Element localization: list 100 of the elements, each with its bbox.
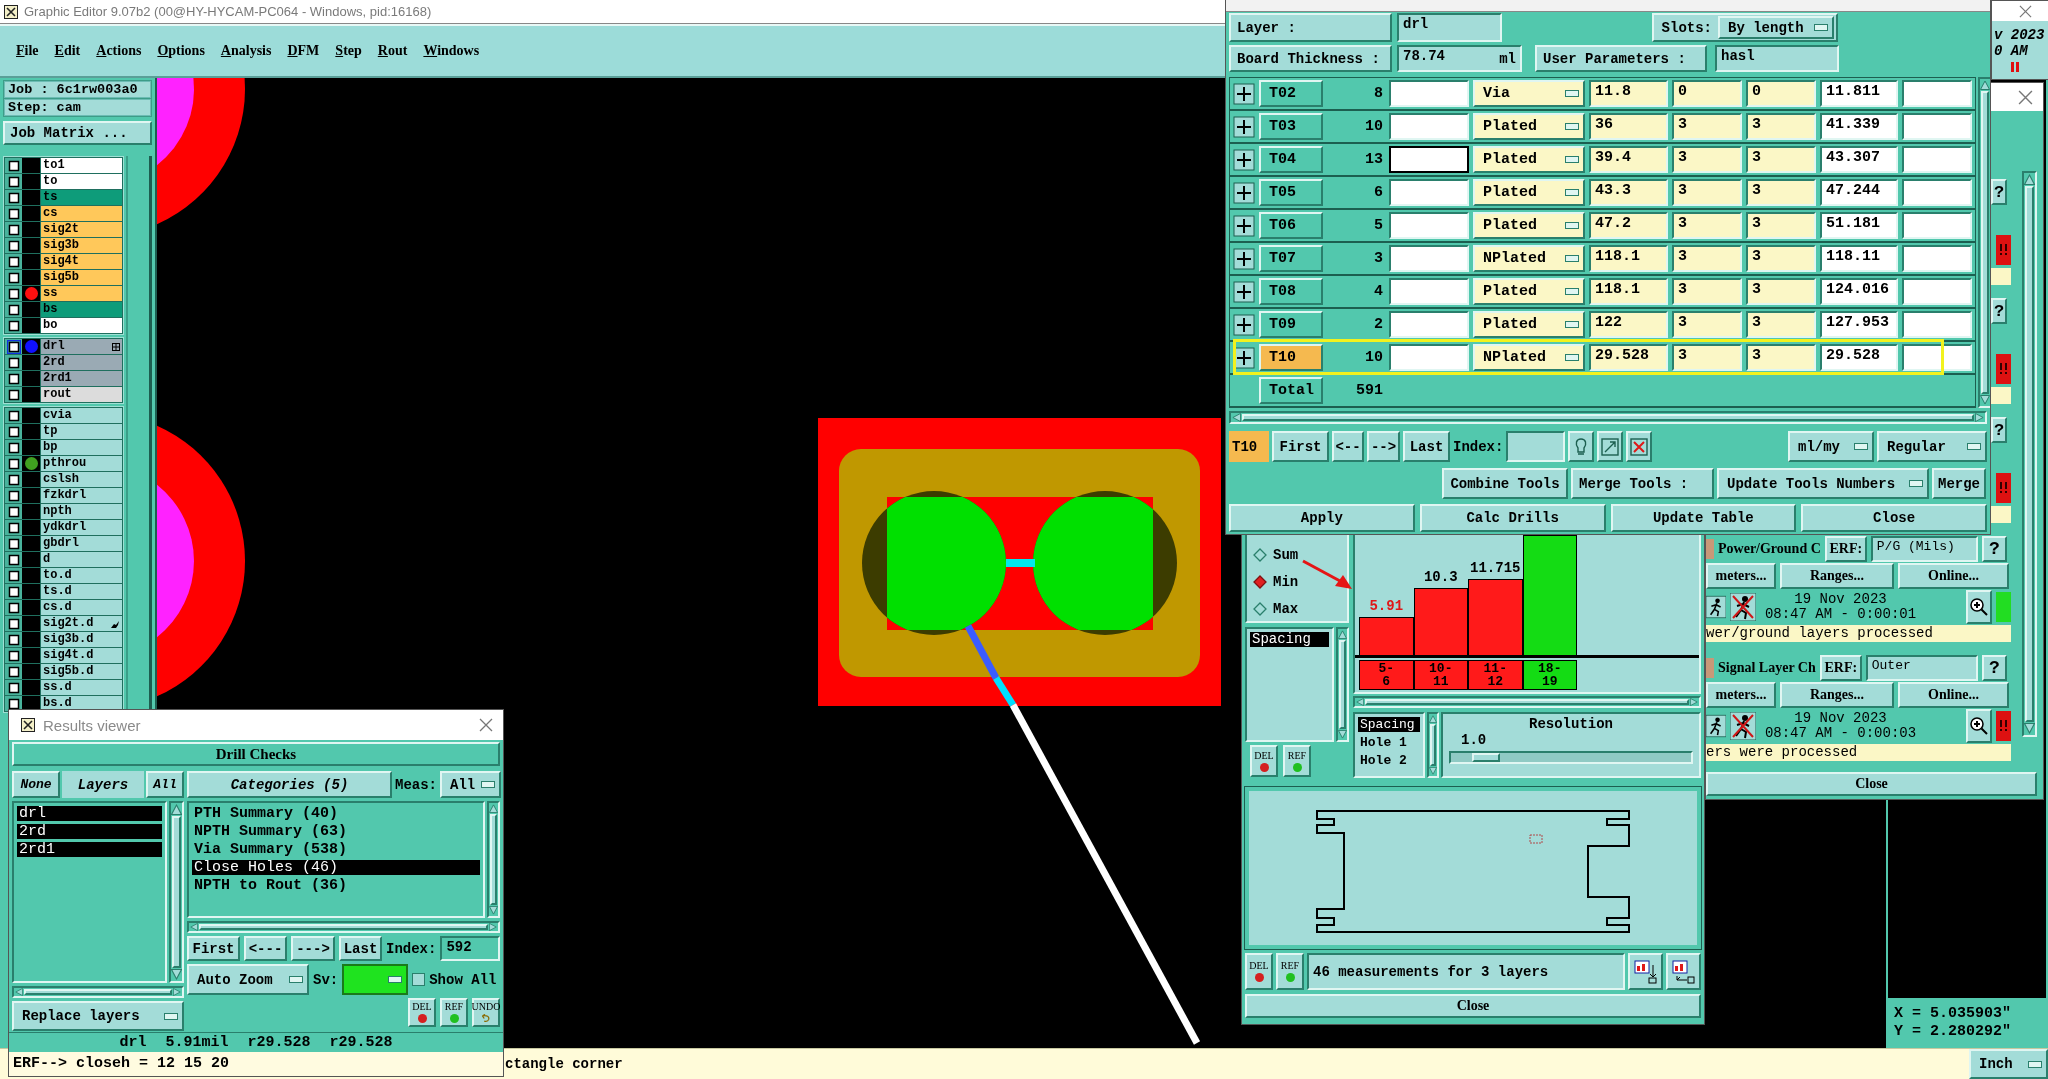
layer-row[interactable]: sig2t.d	[5, 616, 122, 631]
layer-row[interactable]: 2rd1	[5, 371, 122, 386]
checkbox[interactable]	[6, 584, 21, 599]
checkbox[interactable]	[6, 440, 21, 455]
layer-field[interactable]: drl	[1397, 13, 1502, 42]
layer-row[interactable]: npth	[5, 504, 122, 519]
finish-size-field[interactable]: 118.1	[1589, 278, 1668, 305]
input-field[interactable]	[1902, 146, 1972, 173]
checkbox[interactable]	[6, 664, 21, 679]
check-option-button[interactable]: meters...	[1706, 563, 1776, 589]
close-icon[interactable]	[2018, 89, 2033, 105]
plus-tolerance-field[interactable]: 3	[1672, 146, 1742, 173]
layer-row[interactable]: sig5b	[5, 270, 122, 285]
units-dropdown[interactable]: ml/my	[1788, 431, 1874, 462]
close-icon[interactable]	[479, 718, 493, 732]
scroll-up-icon[interactable]	[1429, 715, 1437, 723]
close-button[interactable]: Close	[1245, 994, 1701, 1018]
expand-icon[interactable]	[1233, 280, 1255, 303]
expand-icon[interactable]	[1233, 148, 1255, 171]
hole-type-dropdown[interactable]: Via	[1473, 80, 1585, 107]
minus-tolerance-field[interactable]: 3	[1746, 113, 1816, 140]
minus-tolerance-field[interactable]: 3	[1746, 146, 1816, 173]
tool-button[interactable]: T03	[1259, 113, 1323, 140]
crossed-runner-icon[interactable]	[1730, 593, 1756, 621]
zoom-button[interactable]	[1966, 590, 1992, 624]
help-button[interactable]: ?	[1982, 655, 2007, 681]
menu-item[interactable]: Edit	[54, 43, 81, 59]
nav-button[interactable]: <--	[1332, 431, 1364, 462]
help-button[interactable]: ?	[1982, 536, 2007, 562]
tool-button[interactable]: T07	[1259, 245, 1323, 272]
layer-row[interactable]: tp	[5, 424, 122, 439]
menu-item[interactable]: DFM	[287, 43, 320, 59]
drill-size-field[interactable]: 118.11	[1820, 245, 1898, 272]
checkbox[interactable]	[6, 158, 21, 173]
checkbox[interactable]	[6, 616, 21, 631]
category-item[interactable]: Close Holes (46)	[192, 860, 480, 875]
layer-row[interactable]: bs	[5, 302, 122, 317]
vertical-scrollbar[interactable]	[1978, 77, 1990, 408]
finish-size-field[interactable]: 11.8	[1589, 80, 1668, 107]
mode-dropdown[interactable]: Regular	[1877, 431, 1987, 462]
layer-row[interactable]: sig3b	[5, 238, 122, 253]
nav-button[interactable]: First	[187, 936, 240, 961]
action-button[interactable]: REF	[1276, 953, 1304, 990]
close-icon[interactable]	[2019, 4, 2032, 18]
layer-row[interactable]: bo	[5, 318, 122, 333]
layer-row[interactable]: ydkdrl	[5, 520, 122, 535]
nav-button[interactable]: --->	[291, 936, 335, 961]
checkbox[interactable]	[6, 206, 21, 221]
radio-diamond[interactable]	[1253, 601, 1267, 616]
action-button[interactable]: DEL	[1250, 745, 1278, 777]
checkbox[interactable]	[6, 552, 21, 567]
minus-tolerance-field[interactable]: 3	[1746, 179, 1816, 206]
hole-type-dropdown[interactable]: Plated	[1473, 179, 1585, 206]
scroll-up-icon[interactable]	[1338, 630, 1347, 639]
expand-icon[interactable]	[1233, 214, 1255, 237]
finish-size-field[interactable]: 122	[1589, 311, 1668, 338]
combine-tools-button[interactable]: Combine Tools	[1442, 468, 1568, 499]
vertical-scrollbar[interactable]	[1336, 627, 1349, 742]
drill-size-field[interactable]: 43.307	[1820, 146, 1898, 173]
category-item[interactable]: NPTH Summary (63)	[192, 824, 480, 839]
checkbox[interactable]	[6, 371, 21, 386]
drill-size-field[interactable]: 41.339	[1820, 113, 1898, 140]
checkbox[interactable]	[412, 973, 426, 986]
menu-item[interactable]: Windows	[423, 43, 480, 59]
tool-button[interactable]: T08	[1259, 278, 1323, 305]
chart-button[interactable]	[1666, 953, 1701, 990]
drill-size-field[interactable]: 51.181	[1820, 212, 1898, 239]
merge-button[interactable]: Merge	[1932, 468, 1986, 499]
bulb-button[interactable]	[1568, 431, 1595, 462]
input-field[interactable]	[1902, 113, 1972, 140]
hole-type-dropdown[interactable]: NPlated	[1473, 344, 1585, 371]
action-button[interactable]: REF	[440, 998, 468, 1027]
layer-row[interactable]: ts.d	[5, 584, 122, 599]
frame-button[interactable]	[1597, 431, 1624, 462]
scroll-up-icon[interactable]	[489, 804, 498, 813]
chart-button[interactable]	[1628, 953, 1663, 990]
checkbox[interactable]	[6, 355, 21, 370]
layer-row[interactable]: sig4t	[5, 254, 122, 269]
checkbox[interactable]	[6, 408, 21, 423]
check-option-button[interactable]: Online...	[1898, 682, 2009, 708]
plus-tolerance-field[interactable]: 0	[1672, 80, 1742, 107]
layer-row[interactable]: sig2t	[5, 222, 122, 237]
expand-icon[interactable]	[1233, 181, 1255, 204]
measure-item[interactable]: Spacing	[1250, 632, 1329, 647]
hole-type-dropdown[interactable]: NPlated	[1473, 245, 1585, 272]
layer-select-button[interactable]: None	[12, 771, 60, 798]
plus-tolerance-field[interactable]: 3	[1672, 344, 1742, 371]
layer-row[interactable]: cs	[5, 206, 122, 221]
nav-button[interactable]: Last	[1403, 431, 1450, 462]
plus-tolerance-field[interactable]: 3	[1672, 311, 1742, 338]
checkbox[interactable]	[6, 270, 21, 285]
crossed-runner-icon[interactable]	[1730, 712, 1756, 740]
checkbox[interactable]	[6, 696, 21, 711]
drill-size-field[interactable]: 29.528	[1820, 344, 1898, 371]
nav-button[interactable]: Last	[339, 936, 382, 961]
layer-list-item[interactable]: 2rd1	[17, 842, 162, 857]
expand-icon[interactable]	[1233, 82, 1255, 105]
vertical-scrollbar[interactable]	[1427, 712, 1439, 778]
horizontal-scrollbar[interactable]	[1353, 696, 1701, 708]
input-field[interactable]	[1389, 245, 1469, 272]
